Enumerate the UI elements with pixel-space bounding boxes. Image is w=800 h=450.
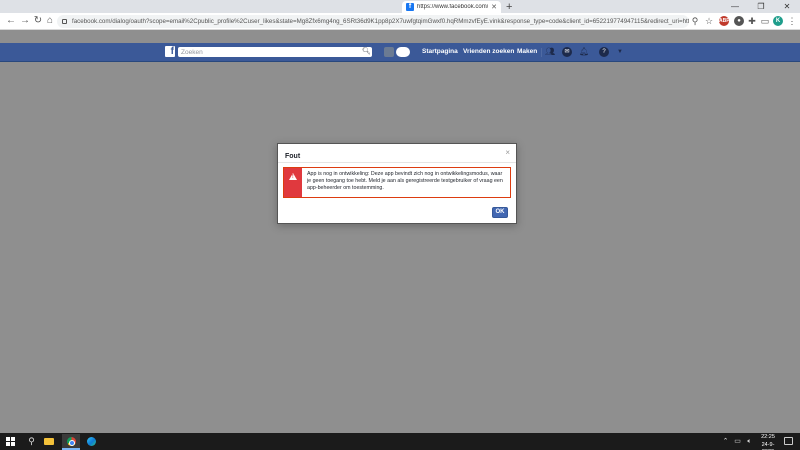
lock-icon[interactable] xyxy=(62,19,67,24)
address-bar[interactable]: facebook.com/dialog/oauth?scope=email%2C… xyxy=(57,15,689,28)
close-icon[interactable]: × xyxy=(505,148,510,157)
tray-chevron-icon[interactable]: ⌃ xyxy=(720,436,731,447)
file-explorer-icon[interactable] xyxy=(44,436,55,447)
avatar[interactable] xyxy=(384,47,394,57)
clock-date: 24-9-2020 xyxy=(761,441,775,450)
messenger-icon[interactable]: ✉ xyxy=(562,47,572,57)
address-url[interactable]: facebook.com/dialog/oauth?scope=email%2C… xyxy=(72,18,689,25)
browser-tab[interactable]: f https://www.facebook.com/dialo ✕ xyxy=(402,1,501,13)
menu-icon[interactable]: ⋮ xyxy=(787,16,797,26)
new-tab-button[interactable]: + xyxy=(506,1,512,13)
dialog-footer: OK xyxy=(278,202,516,224)
edge-icon[interactable] xyxy=(87,436,98,447)
windows-start-icon[interactable] xyxy=(6,436,17,447)
nav-home[interactable]: Startpagina xyxy=(422,48,458,55)
tab-title: https://www.facebook.com/dialo xyxy=(417,4,488,10)
browser-tab-strip: f https://www.facebook.com/dialo ✕ + — ❐… xyxy=(0,0,800,13)
help-icon[interactable]: ? xyxy=(599,47,609,57)
dropdown-icon[interactable]: ▼ xyxy=(615,47,625,57)
warning-icon xyxy=(289,173,297,180)
error-message: App is nog in ontwikkeling: Deze app bev… xyxy=(307,171,503,191)
notifications-icon[interactable]: 🔔︎ xyxy=(579,47,589,57)
friends-icon[interactable]: 👥︎ xyxy=(545,47,555,57)
dialog-header: Fout × xyxy=(278,144,516,163)
clock-time: 22:25 xyxy=(761,434,775,440)
adblock-icon[interactable]: ABP xyxy=(719,16,730,26)
facebook-logo-icon[interactable]: f xyxy=(165,46,175,57)
search-icon[interactable]: 🔍︎ xyxy=(361,47,372,57)
puzzle-icon[interactable]: ✚ xyxy=(747,16,757,26)
maximize-icon[interactable]: ❐ xyxy=(748,0,774,13)
profile-name-pill[interactable] xyxy=(396,47,410,57)
bookmark-star-icon[interactable]: ☆ xyxy=(704,16,714,26)
search-icon[interactable]: ⚲ xyxy=(26,436,37,447)
nav-divider xyxy=(541,48,542,57)
forward-icon[interactable]: → xyxy=(19,15,31,27)
notification-icon[interactable] xyxy=(784,437,793,445)
volume-icon[interactable]: 🔈︎ xyxy=(744,436,755,447)
windows-taskbar xyxy=(0,433,800,450)
nav-create[interactable]: Maken xyxy=(517,48,537,55)
cast-icon[interactable]: ▭ xyxy=(760,16,770,26)
dialog-title: Fout xyxy=(285,153,301,160)
zoom-icon[interactable]: ⚲ xyxy=(690,16,700,26)
chrome-icon[interactable] xyxy=(62,434,80,450)
browser-toolbar: ← → ↻ ⌂ facebook.com/dialog/oauth?scope=… xyxy=(0,13,800,30)
network-icon[interactable]: ▭ xyxy=(732,436,743,447)
tab-close-icon[interactable]: ✕ xyxy=(491,3,497,11)
window-close-icon[interactable]: ✕ xyxy=(774,0,800,13)
facebook-favicon-icon: f xyxy=(406,3,414,11)
extension-icon[interactable]: ● xyxy=(734,16,744,26)
facebook-search-input[interactable] xyxy=(178,47,372,57)
error-message-box: App is nog in ontwikkeling: Deze app bev… xyxy=(283,167,511,198)
profile-icon[interactable]: K xyxy=(773,16,783,26)
nav-find-friends[interactable]: Vrienden zoeken xyxy=(463,48,514,55)
home-icon[interactable]: ⌂ xyxy=(44,15,56,27)
error-dialog: Fout × App is nog in ontwikkeling: Deze … xyxy=(277,143,517,224)
ok-button[interactable]: OK xyxy=(492,207,508,218)
error-band xyxy=(284,168,302,197)
system-clock[interactable]: 22:25 24-9-2020 xyxy=(757,434,779,450)
minimize-icon[interactable]: — xyxy=(722,0,748,13)
reload-icon[interactable]: ↻ xyxy=(32,15,44,27)
back-icon[interactable]: ← xyxy=(5,15,17,27)
